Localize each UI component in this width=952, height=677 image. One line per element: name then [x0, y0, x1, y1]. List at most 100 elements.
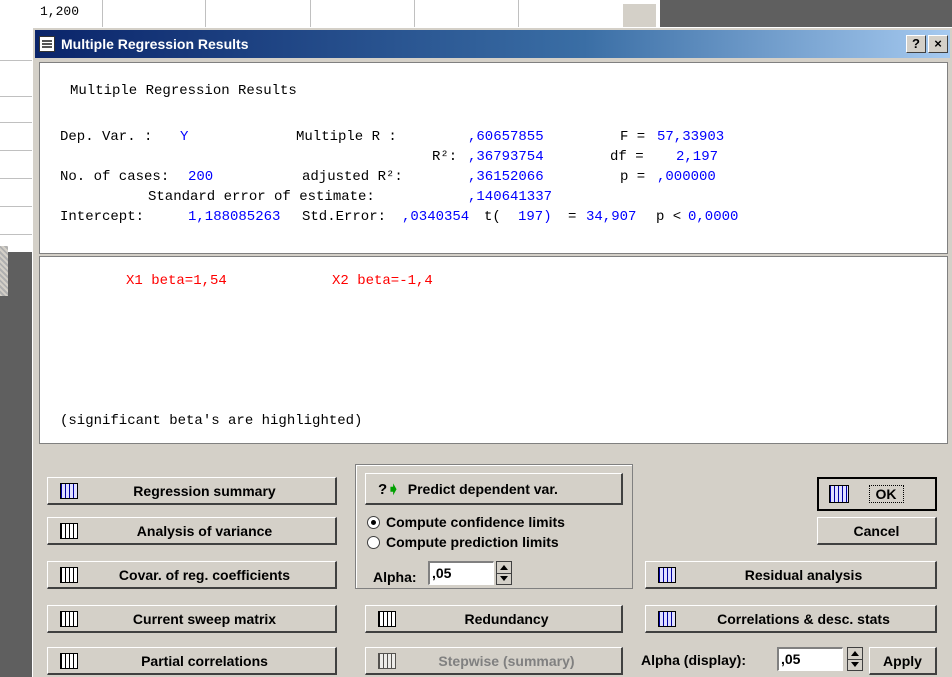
significance-note: (significant beta's are highlighted) [60, 413, 363, 429]
multiple-r-value: ,60657855 [468, 129, 544, 145]
f-label: F = [620, 129, 646, 145]
ok-button[interactable]: OK [817, 477, 937, 511]
intercept-label: Intercept: [60, 209, 145, 225]
df-value: 2,197 [676, 149, 719, 165]
p-label: p = [620, 169, 646, 185]
r2-label: R²: [432, 149, 458, 165]
t-equals: = [568, 209, 577, 225]
regression-results-dialog: Multiple Regression Results ? × Multiple… [32, 27, 952, 677]
analysis-of-variance-label: Analysis of variance [136, 522, 273, 539]
ok-label: OK [868, 485, 904, 503]
alpha-display-spinner[interactable] [847, 647, 863, 671]
multiple-r-label: Multiple R : [296, 129, 397, 145]
stderr-value: ,0340354 [402, 209, 470, 225]
residual-analysis-button[interactable]: Residual analysis [645, 561, 937, 589]
redundancy-button[interactable]: Redundancy [365, 605, 623, 633]
summary-table-icon [60, 482, 78, 499]
beta-panel: X1 beta=1,54 X2 beta=-1,4 (significant b… [39, 256, 948, 444]
stderr-label: Std.Error: [302, 209, 387, 225]
spinner-down-icon[interactable] [500, 576, 508, 581]
f-value: 57,33903 [657, 129, 725, 145]
results-heading: Multiple Regression Results [70, 83, 297, 99]
background-hatch [0, 246, 8, 296]
grid-line [102, 0, 103, 30]
cancel-label: Cancel [853, 522, 900, 539]
table-icon [60, 522, 78, 539]
table-icon [658, 566, 676, 583]
x1-beta: X1 beta=1,54 [126, 273, 227, 289]
redundancy-label: Redundancy [464, 610, 549, 627]
regression-summary-button[interactable]: Regression summary [47, 477, 337, 505]
spinner-down-icon[interactable] [851, 662, 859, 667]
table-icon [378, 652, 396, 669]
df-label: df = [610, 149, 644, 165]
prediction-limits-label: Compute prediction limits [386, 534, 559, 550]
partial-correlations-button[interactable]: Partial correlations [47, 647, 337, 675]
results-summary-panel: Multiple Regression Results Dep. Var. : … [39, 62, 948, 254]
current-sweep-matrix-label: Current sweep matrix [132, 610, 277, 627]
regression-summary-label: Regression summary [133, 482, 276, 499]
r2-value: ,36793754 [468, 149, 544, 165]
covar-reg-coefficients-button[interactable]: Covar. of reg. coefficients [47, 561, 337, 589]
table-icon [60, 652, 78, 669]
t-label: t( [484, 209, 501, 225]
correlations-desc-stats-label: Correlations & desc. stats [717, 610, 890, 627]
grid-line [518, 0, 519, 30]
table-icon [658, 610, 676, 627]
cases-label: No. of cases: [60, 169, 170, 185]
table-icon [829, 485, 849, 503]
dep-var-label: Dep. Var. : [60, 129, 153, 145]
x2-beta: X2 beta=-1,4 [332, 273, 433, 289]
stepwise-summary-button[interactable]: Stepwise (summary) [365, 647, 623, 675]
spinner-up-icon[interactable] [851, 651, 859, 656]
p2-value: 0,0000 [688, 209, 739, 225]
grid-line [310, 0, 311, 30]
green-arrow-icon: ➧ [387, 480, 400, 498]
apply-label: Apply [883, 652, 922, 669]
cases-value: 200 [188, 169, 214, 185]
predict-dependent-button[interactable]: ?➧ Predict dependent var. [365, 473, 623, 505]
confidence-limits-label: Compute confidence limits [386, 514, 565, 530]
alpha-display-input[interactable]: ,05 [777, 647, 843, 671]
help-button[interactable]: ? [906, 35, 926, 53]
t-value: 34,907 [586, 209, 637, 225]
background-cell-value: 1,200 [40, 4, 80, 19]
spinner-up-icon[interactable] [500, 565, 508, 570]
predict-icon: ?➧ [378, 480, 400, 498]
table-icon [60, 566, 78, 583]
close-button[interactable]: × [928, 35, 948, 53]
intercept-value: 1,188085263 [188, 209, 281, 225]
table-icon [60, 610, 78, 627]
covar-reg-coefficients-label: Covar. of reg. coefficients [118, 566, 291, 583]
window-title: Multiple Regression Results [61, 36, 249, 52]
p2-label: p < [656, 209, 682, 225]
confidence-limits-radio[interactable]: Compute confidence limits [367, 514, 565, 530]
current-sweep-matrix-button[interactable]: Current sweep matrix [47, 605, 337, 633]
title-bar[interactable]: Multiple Regression Results ? × [35, 30, 950, 58]
radio-button-selected[interactable] [367, 515, 380, 529]
correlations-desc-stats-button[interactable]: Correlations & desc. stats [645, 605, 937, 633]
table-icon [378, 610, 396, 627]
window-app-icon [39, 36, 55, 52]
grid-line [414, 0, 415, 30]
alpha-spinner[interactable] [496, 561, 512, 585]
stepwise-summary-label: Stepwise (summary) [438, 652, 575, 669]
alpha-input[interactable]: ,05 [428, 561, 494, 585]
se-label: Standard error of estimate: [148, 189, 375, 205]
residual-analysis-label: Residual analysis [744, 566, 863, 583]
radio-button[interactable] [367, 535, 380, 549]
t-df: 197) [518, 209, 552, 225]
cancel-button[interactable]: Cancel [817, 517, 937, 545]
adj-r2-label: adjusted R²: [302, 169, 403, 185]
alpha-display-label: Alpha (display): [641, 652, 747, 668]
dep-var-value: Y [180, 129, 189, 145]
question-mark-icon: ? [378, 480, 388, 498]
adj-r2-value: ,36152066 [468, 169, 544, 185]
apply-button[interactable]: Apply [869, 647, 937, 675]
prediction-limits-radio[interactable]: Compute prediction limits [367, 534, 559, 550]
analysis-of-variance-button[interactable]: Analysis of variance [47, 517, 337, 545]
partial-correlations-label: Partial correlations [141, 652, 268, 669]
grid-line [205, 0, 206, 30]
p-value: ,000000 [657, 169, 716, 185]
predict-dependent-label: Predict dependent var. [407, 480, 558, 497]
